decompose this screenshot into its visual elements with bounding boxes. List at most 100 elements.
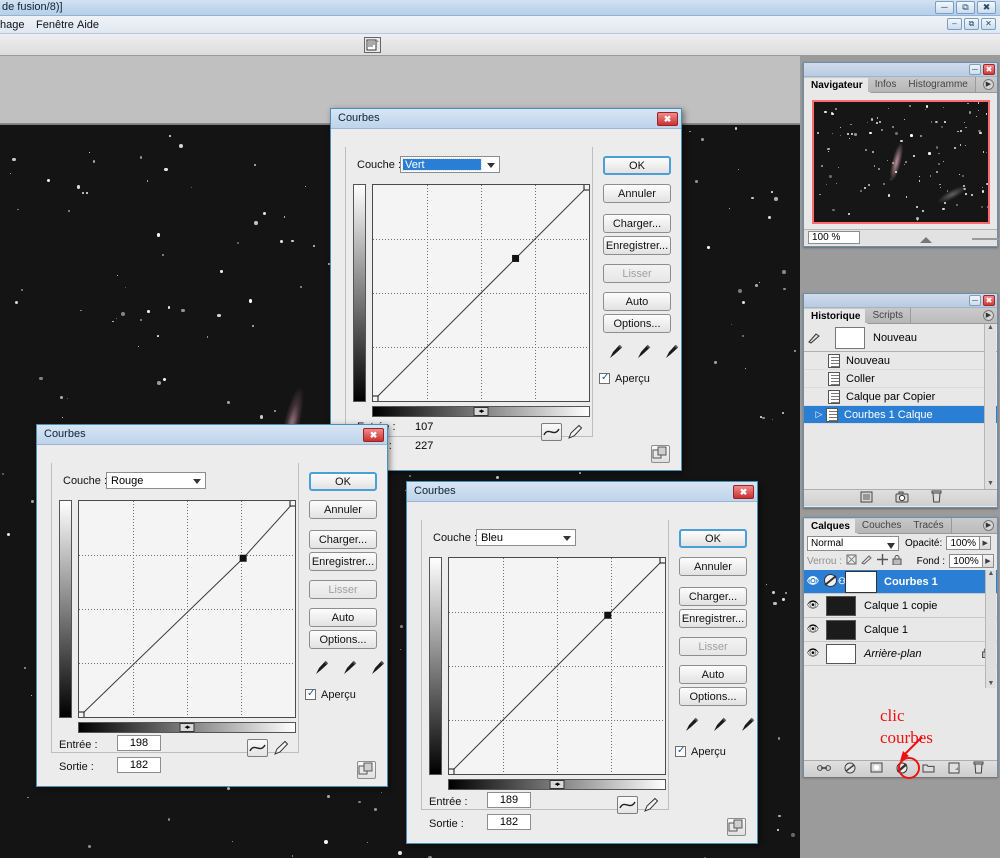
curve-control-point[interactable] <box>371 395 379 403</box>
resize-curve-grid-button[interactable] <box>651 445 670 463</box>
trash-icon[interactable] <box>973 761 984 777</box>
options-button[interactable]: Options... <box>679 687 747 706</box>
navigator-tabs[interactable]: Navigateur Infos Histogramme ▶ <box>804 77 997 93</box>
layer-thumbnail[interactable] <box>826 595 856 616</box>
visibility-eye-icon[interactable]: 👁 <box>804 600 822 611</box>
palette-menu-icon[interactable]: ▶ <box>983 310 994 321</box>
camera-snapshot-icon[interactable] <box>895 491 909 506</box>
tab-historique[interactable]: Historique <box>804 309 869 324</box>
gray-point-eyedropper-icon[interactable] <box>342 659 358 675</box>
tab-infos[interactable]: Infos <box>867 77 905 92</box>
black-point-eyedropper-icon[interactable] <box>608 343 624 359</box>
cancel-button[interactable]: Annuler <box>603 184 671 203</box>
tab-navigateur[interactable]: Navigateur <box>804 78 871 93</box>
layer-row-calque-1[interactable]: 👁 Calque 1 <box>804 618 997 642</box>
history-tabs[interactable]: Historique Scripts ▶ <box>804 308 997 324</box>
channel-select[interactable]: Rouge <box>106 472 206 489</box>
close-icon[interactable]: ✖ <box>657 112 678 126</box>
lock-paint-icon[interactable] <box>861 554 873 568</box>
preview-checkbox[interactable] <box>305 688 316 700</box>
layer-thumbnail[interactable] <box>826 643 856 664</box>
close-icon[interactable]: ✖ <box>983 295 995 306</box>
palette-menu-icon[interactable]: ▶ <box>983 520 994 531</box>
ok-button[interactable]: OK <box>679 529 747 548</box>
close-icon[interactable]: ✖ <box>983 64 995 75</box>
input-field[interactable]: 189 <box>487 792 531 808</box>
collapse-icon[interactable]: ─ <box>969 64 981 75</box>
navigator-palette-buttons[interactable]: ─ ✖ <box>969 64 995 75</box>
visibility-eye-icon[interactable]: 👁 <box>804 648 822 659</box>
menu-item-aide[interactable]: Aide <box>73 18 103 32</box>
cancel-button[interactable]: Annuler <box>679 557 747 576</box>
gradient-direction-handle[interactable]: ◂▸ <box>179 723 195 732</box>
zoom-slider-track[interactable] <box>972 237 1000 240</box>
layer-row-calque-1-copie[interactable]: 👁 Calque 1 copie <box>804 594 997 618</box>
dialog-title-bar[interactable]: Courbes ✖ <box>407 482 757 502</box>
close-icon[interactable]: ✖ <box>363 428 384 442</box>
pencil-tool-icon[interactable] <box>273 740 289 756</box>
channel-select[interactable]: Vert <box>400 156 500 173</box>
collapse-icon[interactable]: ─ <box>969 295 981 306</box>
curve-control-point[interactable] <box>512 254 520 262</box>
lock-all-icon[interactable] <box>892 554 902 568</box>
curves-dialog-blue[interactable]: Courbes ✖ Couche : Bleu ◂▸ Entrée : 189 … <box>406 481 758 844</box>
gray-point-eyedropper-icon[interactable] <box>712 716 728 732</box>
palette-menu-icon[interactable]: ▶ <box>983 79 994 90</box>
curve-control-point[interactable] <box>77 711 85 719</box>
fill-field[interactable]: 100% <box>949 554 983 568</box>
close-button[interactable]: ✖ <box>977 1 996 14</box>
curve-control-point[interactable] <box>447 768 455 776</box>
lock-move-icon[interactable] <box>877 554 889 568</box>
pencil-tool-icon[interactable] <box>567 424 583 440</box>
lock-transparency-icon[interactable] <box>846 554 857 568</box>
preview-checkbox[interactable] <box>675 745 686 757</box>
pencil-tool-icon[interactable] <box>643 797 659 813</box>
history-item[interactable]: Coller <box>804 370 997 388</box>
load-button[interactable]: Charger... <box>679 587 747 606</box>
ok-button[interactable]: OK <box>309 472 377 491</box>
load-button[interactable]: Charger... <box>309 530 377 549</box>
curves-dialog-red[interactable]: Courbes ✖ Couche : Rouge ◂▸ Entrée : 198… <box>36 424 388 787</box>
minimize-button[interactable]: ─ <box>935 1 954 14</box>
cancel-button[interactable]: Annuler <box>309 500 377 519</box>
options-button[interactable]: Options... <box>603 314 671 333</box>
options-button[interactable]: Options... <box>309 630 377 649</box>
preview-checkbox[interactable] <box>599 372 610 384</box>
history-snapshot-row[interactable]: Nouveau <box>804 324 997 352</box>
layers-tabs[interactable]: Calques Couches Tracés ▶ <box>804 518 997 534</box>
layer-mask-thumbnail[interactable] <box>845 570 877 593</box>
layer-thumbnail[interactable] <box>826 619 856 640</box>
zoom-level-field[interactable]: 100 % <box>808 231 860 244</box>
load-button[interactable]: Charger... <box>603 214 671 233</box>
dialog-title-bar[interactable]: Courbes ✖ <box>37 425 387 445</box>
doc-close-button[interactable]: ✕ <box>981 18 996 30</box>
layer-row-arriere-plan[interactable]: 👁 Arrière-plan <box>804 642 997 666</box>
close-icon[interactable]: ✖ <box>733 485 754 499</box>
visibility-eye-icon[interactable]: 👁 <box>804 576 822 587</box>
white-point-eyedropper-icon[interactable] <box>664 343 680 359</box>
tab-scripts[interactable]: Scripts <box>865 308 912 323</box>
fill-stepper[interactable]: ▶ <box>983 554 994 568</box>
curve-graph[interactable] <box>77 499 297 719</box>
curve-control-point[interactable] <box>583 183 591 191</box>
white-point-eyedropper-icon[interactable] <box>370 659 386 675</box>
curve-graph[interactable] <box>371 183 591 403</box>
tab-histogramme[interactable]: Histogramme <box>901 77 976 92</box>
link-icon[interactable] <box>817 763 831 776</box>
restore-button[interactable]: ⧉ <box>956 1 975 14</box>
input-field[interactable]: 198 <box>117 735 161 751</box>
opacity-stepper[interactable]: ▶ <box>980 536 992 550</box>
ok-button[interactable]: OK <box>603 156 671 175</box>
layer-row-courbes-1[interactable]: 👁 ⚇ Courbes 1 <box>804 570 997 594</box>
curve-control-point[interactable] <box>659 556 667 564</box>
save-button[interactable]: Enregistrer... <box>309 552 377 571</box>
history-palette-buttons[interactable]: ─ ✖ <box>969 295 995 306</box>
gray-point-eyedropper-icon[interactable] <box>636 343 652 359</box>
new-layer-icon[interactable] <box>948 762 960 777</box>
navigator-palette-header[interactable]: ─ ✖ <box>804 63 997 77</box>
curve-control-point[interactable] <box>604 611 612 619</box>
menu-item-fenetre[interactable]: Fenêtre <box>32 18 78 32</box>
curve-tool-icon[interactable] <box>617 796 638 814</box>
curves-dialog-green[interactable]: Courbes ✖ Couche : Vert ◂▸ Entrée : 107 … <box>330 108 682 471</box>
doc-restore-button[interactable]: ⧉ <box>964 18 979 30</box>
